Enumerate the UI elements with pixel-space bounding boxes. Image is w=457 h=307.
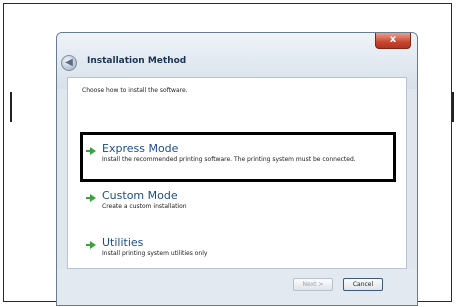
green-arrow-icon — [86, 241, 96, 249]
installer-window: ◀ Installation Method x Choose how to in… — [56, 32, 418, 306]
option-custom-mode[interactable]: Custom Mode Create a custom installation — [86, 189, 390, 217]
green-arrow-icon — [86, 194, 96, 202]
cancel-button[interactable]: Cancel — [343, 278, 383, 291]
dialog-title: Installation Method — [87, 56, 187, 66]
option-description: Install the recommended printing softwar… — [102, 156, 356, 163]
content-panel: Choose how to install the software. Expr… — [67, 77, 407, 269]
option-description: Install printing system utilities only — [102, 250, 208, 257]
option-utilities[interactable]: Utilities Install printing system utilit… — [86, 236, 390, 264]
screenshot-frame: ◀ Installation Method x Choose how to in… — [3, 3, 454, 306]
green-arrow-icon — [86, 147, 96, 155]
option-description: Create a custom installation — [102, 203, 187, 210]
next-button[interactable]: Next > — [293, 278, 333, 291]
frame-edge-mark — [10, 92, 12, 122]
instruction-text: Choose how to install the software. — [82, 87, 188, 94]
option-title: Express Mode — [102, 142, 179, 155]
frame-edge-mark — [452, 92, 454, 122]
option-title: Custom Mode — [102, 189, 178, 202]
option-title: Utilities — [102, 236, 144, 249]
back-arrow-icon[interactable]: ◀ — [61, 55, 77, 71]
button-bar: Next > Cancel — [57, 269, 417, 305]
option-express-mode[interactable]: Express Mode Install the recommended pri… — [86, 142, 390, 176]
close-button[interactable]: x — [375, 33, 411, 49]
